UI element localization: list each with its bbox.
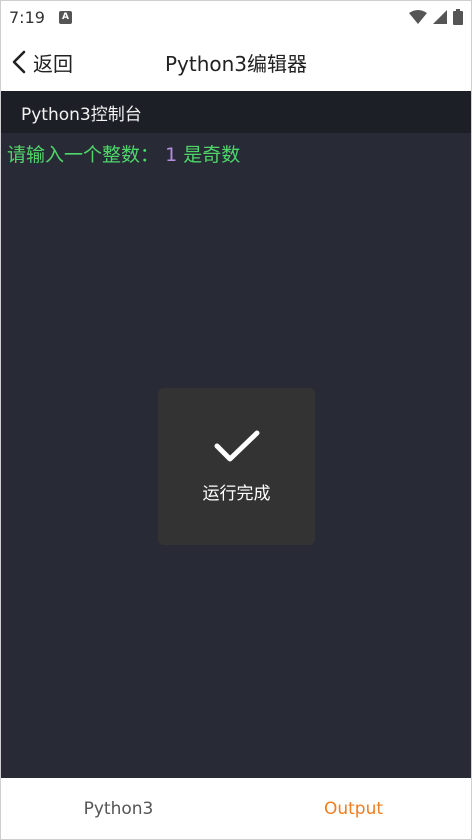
back-button[interactable]: 返回 [11, 33, 73, 91]
console-title: Python3控制台 [21, 104, 142, 125]
checkmark-icon [214, 430, 259, 462]
status-bar: 7:19 A [1, 1, 471, 33]
notification-icon: A [58, 10, 72, 24]
tab-output[interactable]: Output [236, 778, 471, 839]
output-input-value: 1 [165, 144, 178, 166]
back-label: 返回 [33, 51, 73, 76]
console-title-bar: Python3控制台 [1, 91, 471, 133]
status-icons [409, 9, 463, 25]
wifi-icon [409, 10, 427, 24]
toast-label: 运行完成 [202, 484, 271, 504]
chevron-left-icon [12, 50, 26, 74]
signal-icon [433, 10, 447, 24]
tab-python3[interactable]: Python3 [1, 778, 236, 839]
battery-icon [453, 9, 463, 25]
bottom-tab-bar: Python3 Output [1, 778, 471, 839]
app-window: 7:19 A 返回 Python3编辑器 Python3控制台 请输入一个整数：… [0, 0, 472, 840]
output-prompt: 请输入一个整数： [7, 144, 160, 166]
app-header: 返回 Python3编辑器 [1, 33, 471, 91]
run-complete-toast: 运行完成 [158, 388, 315, 545]
status-time: 7:19 [9, 7, 45, 27]
console-output[interactable]: 请输入一个整数： 1 是奇数 [1, 133, 471, 177]
output-result: 是奇数 [183, 144, 241, 166]
